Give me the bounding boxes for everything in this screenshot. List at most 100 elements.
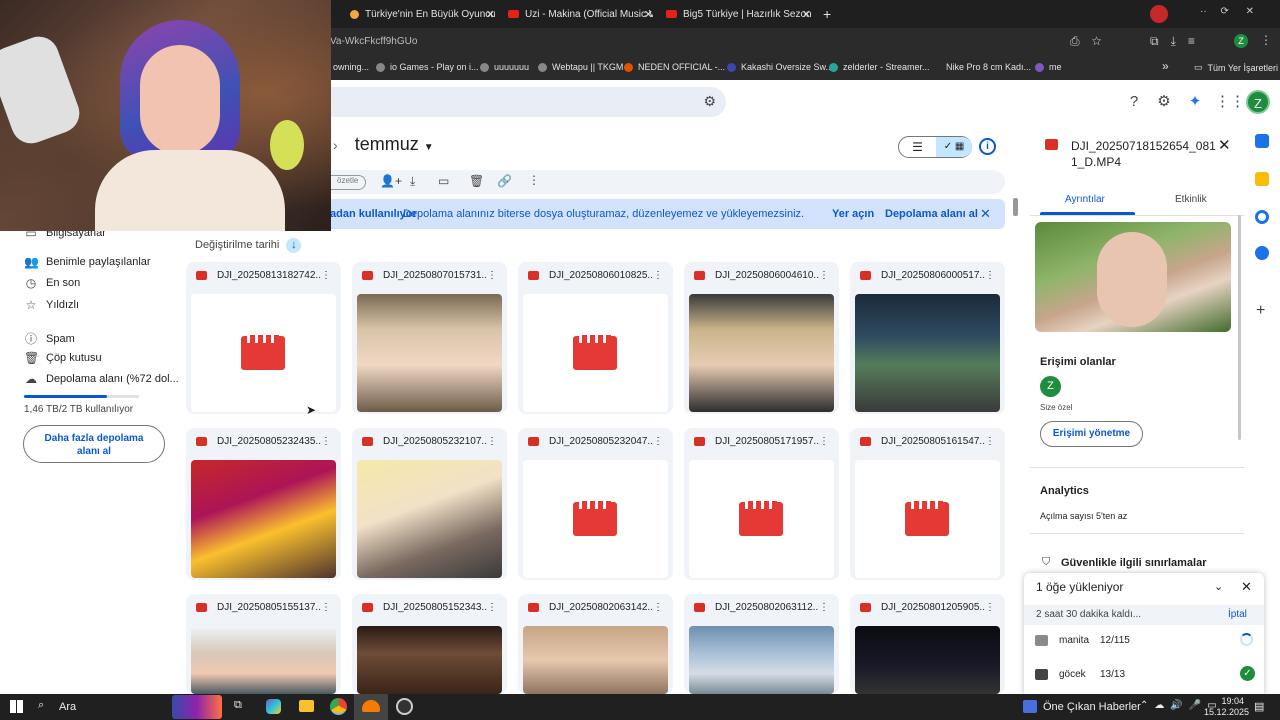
- menu-icon[interactable]: ⋮: [1260, 33, 1272, 47]
- file-card[interactable]: DJI_20250806004610... ⋮: [684, 262, 839, 414]
- bookmark[interactable]: uuuuuuu: [480, 62, 529, 72]
- file-card[interactable]: DJI_20250801205905... ⋮: [850, 594, 1005, 694]
- address-bar-icons[interactable]: ⎙☆: [1070, 34, 1113, 49]
- file-card[interactable]: DJI_20250805155137... ⋮: [186, 594, 341, 694]
- sidebar-item-spam[interactable]: ⓘ Spam: [24, 330, 75, 347]
- add-icon[interactable]: +: [1256, 302, 1265, 320]
- link-icon[interactable]: 🔗: [497, 174, 512, 188]
- free-up-space-button[interactable]: Yer açın: [832, 208, 874, 220]
- file-card[interactable]: DJI_20250805232107... ⋮: [352, 428, 507, 580]
- more-options-icon[interactable]: ⋮: [985, 602, 995, 613]
- more-options-icon[interactable]: ⋮: [985, 436, 995, 447]
- more-options-icon[interactable]: ⋮: [819, 270, 829, 281]
- file-thumbnail[interactable]: [191, 460, 336, 578]
- share-icon[interactable]: 👤+: [380, 174, 402, 188]
- bookmark[interactable]: NEDEN OFFICIAL -...: [624, 62, 725, 72]
- browser-tab[interactable]: Big5 Türkiye | Hazırlık Sezonu 1 ✕: [666, 4, 811, 24]
- bookmark[interactable]: me: [1035, 62, 1062, 72]
- browser-tab[interactable]: Uzi - Makina (Official Music Vid ✕: [508, 4, 653, 24]
- bookmark[interactable]: io Games - Play on i...: [376, 62, 479, 72]
- close-icon[interactable]: ✕: [1241, 579, 1252, 595]
- taskbar-search[interactable]: Ara: [59, 701, 76, 713]
- bookmark[interactable]: zelderler - Streamer...: [829, 62, 930, 72]
- clock[interactable]: 19:04 15.12.2025: [1204, 696, 1249, 718]
- close-icon[interactable]: ✕: [802, 8, 811, 21]
- more-options-icon[interactable]: ⋮: [487, 270, 497, 281]
- more-options-icon[interactable]: ⋮: [487, 602, 497, 613]
- file-thumbnail[interactable]: [689, 460, 834, 578]
- file-thumbnail[interactable]: [855, 294, 1000, 412]
- all-bookmarks[interactable]: ▭ Tüm Yer İşaretleri: [1194, 62, 1278, 73]
- window-controls[interactable]: ·· ⟳ ✕: [1200, 6, 1254, 17]
- file-thumbnail[interactable]: [191, 626, 336, 694]
- search-options-icon[interactable]: ⚙: [703, 93, 716, 110]
- keep-icon[interactable]: [1255, 172, 1269, 186]
- move-icon[interactable]: ▭: [438, 174, 449, 188]
- file-card[interactable]: DJI_20250802063112... ⋮: [684, 594, 839, 694]
- more-options-icon[interactable]: ⋮: [653, 270, 663, 281]
- view-toggle[interactable]: ☰ ✓ ▦: [898, 136, 972, 158]
- file-card[interactable]: DJI_20250807015731... ⋮: [352, 262, 507, 414]
- file-card[interactable]: DJI_20250805232435... ⋮: [186, 428, 341, 580]
- bookmark[interactable]: Kakashi Oversize Sw...: [727, 62, 833, 72]
- drive-search-bar[interactable]: ⚙: [300, 87, 726, 117]
- chevron-down-icon[interactable]: ▼: [424, 142, 434, 153]
- manage-access-button[interactable]: Erişimi yönetme: [1040, 421, 1143, 447]
- file-card[interactable]: DJI_20250806010825... ⋮: [518, 262, 673, 414]
- cancel-upload-button[interactable]: İptal: [1228, 609, 1247, 620]
- search-icon[interactable]: ⌕: [38, 699, 44, 712]
- sidebar-item-trash[interactable]: 🗑 Çöp kutusu: [24, 351, 102, 365]
- file-card[interactable]: DJI_20250805161547... ⋮: [850, 428, 1005, 580]
- more-options-icon[interactable]: ⋮: [653, 436, 663, 447]
- contacts-icon[interactable]: [1255, 246, 1269, 260]
- file-thumbnail[interactable]: [357, 460, 502, 578]
- notifications-icon[interactable]: ▤: [1254, 700, 1264, 713]
- main-scrollbar[interactable]: [1013, 198, 1018, 216]
- start-icon[interactable]: [10, 700, 23, 713]
- sidebar-item-shared[interactable]: 👥 Benimle paylaşılanlar: [24, 255, 151, 269]
- more-options-icon[interactable]: ⋮: [321, 602, 331, 613]
- sidebar-item-starred[interactable]: ☆ Yıldızlı: [24, 298, 79, 312]
- file-card[interactable]: DJI_20250805232047... ⋮: [518, 428, 673, 580]
- more-options-icon[interactable]: ⋮: [487, 436, 497, 447]
- close-icon[interactable]: ✕: [486, 8, 495, 21]
- obs-icon[interactable]: [396, 698, 413, 715]
- more-options-icon[interactable]: ⋮: [985, 270, 995, 281]
- more-options-icon[interactable]: ⋮: [819, 436, 829, 447]
- download-icon[interactable]: ⤓: [410, 174, 415, 189]
- file-thumbnail[interactable]: [357, 626, 502, 694]
- sidebar-item-storage[interactable]: ☁ Depolama alanı (%72 dol...: [24, 372, 179, 386]
- extension-icons[interactable]: ⧉⤓≡: [1150, 34, 1207, 49]
- tab-details[interactable]: Ayrıntılar: [1065, 194, 1105, 205]
- file-thumbnail[interactable]: [855, 626, 1000, 694]
- chevron-down-icon[interactable]: ⌄: [1214, 580, 1223, 593]
- url-text[interactable]: Va-WkcFkcff9hGUo: [330, 36, 417, 47]
- taskbar-news[interactable]: Öne Çıkan Haberler: [1043, 701, 1141, 713]
- bookmark[interactable]: Nike Pro 8 cm Kadı...: [946, 62, 1031, 72]
- info-icon[interactable]: i: [979, 138, 996, 155]
- widget-image[interactable]: [172, 695, 222, 719]
- file-card[interactable]: DJI_20250805171957... ⋮: [684, 428, 839, 580]
- grid-view-icon[interactable]: ✓ ▦: [936, 137, 972, 157]
- gemini-icon[interactable]: ✦: [1185, 92, 1205, 112]
- profile-logo-icon[interactable]: [1150, 5, 1168, 23]
- bookmark[interactable]: owning...: [333, 62, 369, 72]
- help-icon[interactable]: ?: [1124, 92, 1144, 112]
- file-thumbnail[interactable]: [523, 626, 668, 694]
- file-thumbnail[interactable]: [689, 294, 834, 412]
- get-storage-link[interactable]: Depolama alanı al: [885, 208, 978, 220]
- sort-label[interactable]: Değiştirilme tarihi ↓: [195, 238, 302, 253]
- file-thumbnail[interactable]: [357, 294, 502, 412]
- calendar-icon[interactable]: [1255, 134, 1269, 148]
- video-preview-thumbnail[interactable]: [1035, 222, 1231, 332]
- details-scrollbar[interactable]: [1238, 215, 1241, 440]
- copilot-icon[interactable]: [266, 699, 281, 714]
- file-card[interactable]: DJI_20250802063142... ⋮: [518, 594, 673, 694]
- file-card[interactable]: DJI_20250806000517... ⋮: [850, 262, 1005, 414]
- apps-grid-icon[interactable]: ⋮⋮: [1215, 92, 1245, 112]
- file-thumbnail[interactable]: [689, 626, 834, 694]
- more-options-icon[interactable]: ⋮: [321, 270, 331, 281]
- taskbar-app-active[interactable]: [354, 694, 388, 720]
- chrome-icon[interactable]: [330, 698, 347, 715]
- news-icon[interactable]: [1023, 700, 1037, 713]
